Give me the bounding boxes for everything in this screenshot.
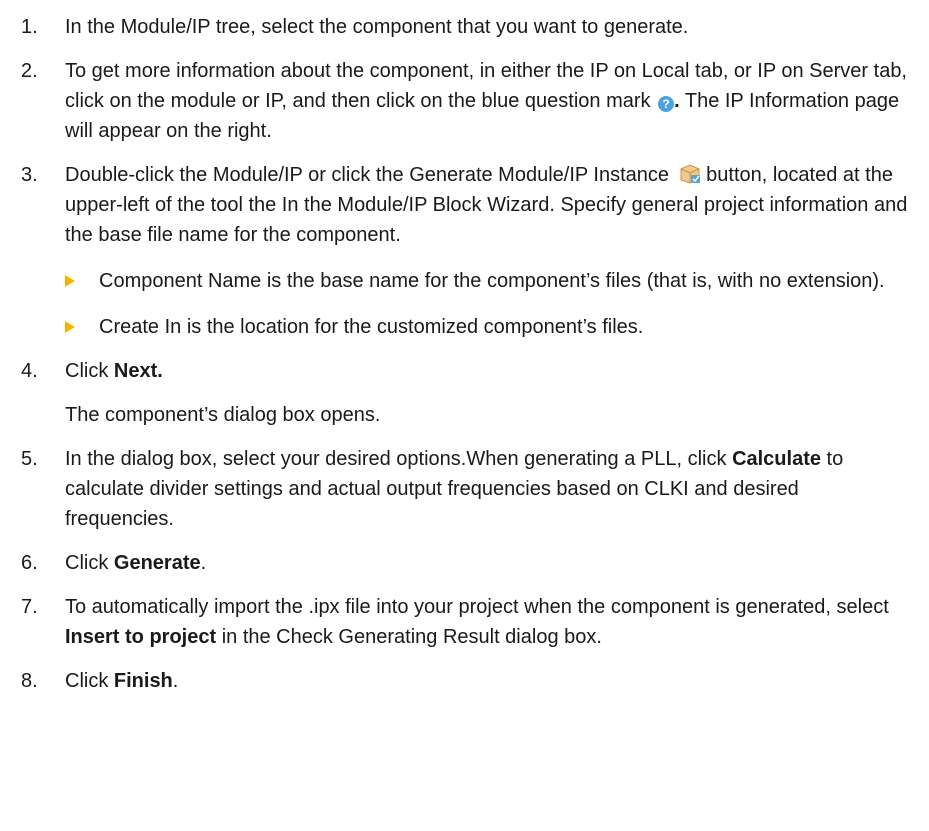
triangle-bullet-icon <box>65 321 75 333</box>
step-text: Click Generate. <box>65 552 207 574</box>
bold-term: Finish <box>113 670 173 692</box>
bullet-text: Create In is the location for the custom… <box>99 316 644 338</box>
bullet-text: Component Name is the base name for the … <box>99 270 885 292</box>
step-text-before: Double-click the Module/IP or click the … <box>65 164 675 186</box>
step-number: 8. <box>21 670 38 692</box>
step-8: 8. Click Finish. <box>21 666 911 696</box>
triangle-bullet-icon <box>65 275 75 287</box>
step-text: To get more information about the compon… <box>65 56 911 146</box>
step-number: 7. <box>21 596 38 618</box>
step-1: 1. In the Module/IP tree, select the com… <box>21 12 911 42</box>
step-6: 6. Click Generate. <box>21 548 911 578</box>
step-5: 5. In the dialog box, select your desire… <box>21 444 911 534</box>
step-number: 5. <box>21 448 38 470</box>
step-number: 4. <box>21 360 38 382</box>
step-result-text: The component’s dialog box opens. <box>65 404 381 426</box>
step-7: 7. To automatically import the .ipx file… <box>21 592 911 652</box>
bold-term: Insert to project <box>65 626 217 648</box>
bold-term: Generate <box>113 552 201 574</box>
step-text: In the Module/IP tree, select the compon… <box>65 16 689 38</box>
question-mark-icon: ? <box>658 96 675 112</box>
step-text: Double-click the Module/IP or click the … <box>65 160 911 250</box>
generate-instance-icon <box>680 164 700 184</box>
step-3: 3. Double-click the Module/IP or click t… <box>21 160 911 342</box>
step-number: 6. <box>21 552 38 574</box>
step-text: In the dialog box, select your desired o… <box>65 448 844 530</box>
step-number: 2. <box>21 60 38 82</box>
bullet-item: Component Name is the base name for the … <box>65 266 911 296</box>
bullet-item: Create In is the location for the custom… <box>65 312 911 342</box>
step-4: 4. Click Next. The component’s dialog bo… <box>21 356 911 430</box>
instruction-document: 1. In the Module/IP tree, select the com… <box>0 0 929 696</box>
bold-term: Next. <box>113 360 163 382</box>
step-number: 1. <box>21 16 38 38</box>
step-number: 3. <box>21 164 38 186</box>
step-2: 2. To get more information about the com… <box>21 56 911 146</box>
bold-term: Calculate <box>732 448 821 470</box>
step-text: Click Finish. <box>65 670 179 692</box>
step-text: Click Next. <box>65 360 163 382</box>
step-text: To automatically import the .ipx file in… <box>65 596 889 648</box>
